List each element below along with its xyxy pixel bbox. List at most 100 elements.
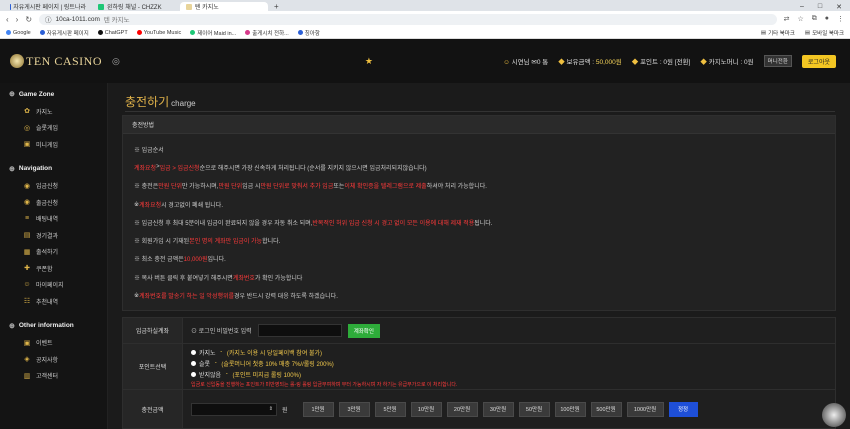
slot-icon: ◎ bbox=[23, 124, 31, 132]
amount-button[interactable]: 100만원 bbox=[554, 401, 586, 417]
amount-button[interactable]: 3만원 bbox=[338, 401, 370, 417]
radio-icon[interactable] bbox=[191, 360, 196, 366]
sidebar-item-results[interactable]: ▤ 경기결과 bbox=[0, 227, 107, 244]
sidebar-item-coupon[interactable]: ✚ 쿠폰함 bbox=[0, 260, 107, 277]
bookmark-label: 모바일 북마크 bbox=[812, 30, 844, 37]
bookmark-item[interactable]: 칭아항 bbox=[297, 29, 320, 37]
bookmark-favicon-icon bbox=[97, 30, 103, 35]
profile-icon[interactable]: ● bbox=[825, 15, 829, 23]
bookmark-item[interactable]: 출게시치 전하... bbox=[245, 29, 289, 37]
site-logo[interactable]: TEN CASINO bbox=[0, 54, 108, 69]
sidebar-item-notice[interactable]: ◈ 공지사항 bbox=[0, 351, 107, 368]
point-info: ◆ 포인트 : 0원 [전환] bbox=[632, 56, 691, 66]
notice-highlight: 만원 단위로 맞춰서 추가 입금 bbox=[260, 184, 334, 191]
other-bookmarks[interactable]: ▤ 기타 북마크 bbox=[761, 29, 795, 37]
notice-line: ※ 계좌번호를 발송기 하는 일 악성행위를 경우 반드시 강력 대응 하도록 … bbox=[134, 286, 835, 304]
login-password-input[interactable] bbox=[257, 324, 342, 337]
amount-button[interactable]: 500만원 bbox=[590, 401, 622, 417]
bookmark-item[interactable]: ChatGPT bbox=[97, 30, 128, 36]
support-icon: ▥ bbox=[23, 372, 31, 380]
amount-button[interactable]: 30만원 bbox=[482, 401, 514, 417]
balance-value: 50,000원 bbox=[595, 59, 622, 66]
point-option-none[interactable]: 받지않음 - (포인트 미지급 롤링 100%) bbox=[191, 370, 301, 379]
reload-icon[interactable]: ↻ bbox=[25, 15, 32, 24]
user-info: ☺ 시연님 ✉0 통 bbox=[503, 56, 548, 66]
minimize-button[interactable]: – bbox=[800, 3, 804, 11]
account-check-button[interactable]: 계좌확인 bbox=[347, 323, 380, 338]
username: 시연님 bbox=[511, 59, 530, 66]
amount-input[interactable]: ⇕ bbox=[191, 402, 277, 416]
amount-button[interactable]: 1000만원 bbox=[626, 401, 664, 417]
referral-icon: ☷ bbox=[23, 298, 31, 306]
won-unit: 원 bbox=[282, 407, 288, 414]
bookmark-item[interactable]: 제이어 Maid in... bbox=[190, 29, 236, 37]
spinner-icon[interactable]: ⇕ bbox=[269, 406, 273, 412]
browser-tab-active[interactable]: 텐 카지노 bbox=[180, 2, 268, 11]
message-count: 0 통 bbox=[536, 59, 549, 66]
site-info-icon[interactable]: ⓘ bbox=[45, 14, 52, 24]
notice-text: 입금 시 bbox=[242, 184, 261, 191]
amount-button[interactable]: 10만원 bbox=[410, 401, 442, 417]
casino-chip-icon: ✿ bbox=[24, 108, 30, 116]
account-label: 입금하실계좌 bbox=[123, 318, 183, 343]
translate-icon[interactable]: ⇄ bbox=[784, 15, 790, 23]
url-host: 10ca-1011.com bbox=[55, 15, 100, 23]
sidebar-item-minigame[interactable]: ▣ 미니게임 bbox=[0, 136, 107, 153]
bookmark-favicon-icon bbox=[39, 30, 45, 35]
sidebar-item-attendance[interactable]: ▦ 출석하기 bbox=[0, 244, 107, 261]
sidebar-item-referral[interactable]: ☷ 추천내역 bbox=[0, 293, 107, 310]
sidebar-item-event[interactable]: ▣ 이벤트 bbox=[0, 335, 107, 352]
reset-button[interactable]: 정정 bbox=[668, 401, 698, 417]
point-option-casino[interactable]: 카지노 - (카지노 이용 시 당일페이백 참여 불가) bbox=[191, 348, 322, 357]
browser-tab[interactable]: 왼하링 채널 - CHZZK bbox=[92, 2, 180, 11]
folder-icon: ▤ bbox=[804, 29, 811, 36]
maximize-button[interactable]: □ bbox=[818, 3, 822, 11]
deposit-icon: ◉ bbox=[23, 182, 31, 190]
notice-line: ※ 충전은 만원 단위 만 가능하시며, 만원 단위 입금 시 만원 단위로 맞… bbox=[134, 177, 835, 195]
bookmark-item[interactable]: Google bbox=[6, 30, 31, 36]
notice-line: ※ 최소 충전 금액은 10,000원 입니다. bbox=[134, 250, 835, 268]
logout-button[interactable]: 로그아웃 bbox=[801, 54, 836, 68]
point-warning: 입금로 신입동을 진행하는 포인트가 미반영되는 롤-링 롤링 입금부여하며 부… bbox=[191, 381, 458, 388]
info-icon: ⊕ bbox=[9, 322, 15, 330]
bookmark-star-icon[interactable]: ☆ bbox=[797, 15, 803, 23]
notice-line: ※ 회원가입 시 기재된 본인 명의 계좌만 입금이 가능 합니다. bbox=[134, 231, 835, 249]
amount-button[interactable]: 5만원 bbox=[374, 401, 406, 417]
sidebar-item-support[interactable]: ▥ 고객센터 bbox=[0, 368, 107, 385]
back-icon[interactable]: ‹ bbox=[6, 15, 9, 24]
radio-icon[interactable] bbox=[191, 371, 196, 377]
sidebar-item-mypage[interactable]: ☺ 마이페이지 bbox=[0, 277, 107, 294]
menu-icon[interactable]: ⋮ bbox=[837, 15, 844, 23]
bookmark-item[interactable]: YouTube Music bbox=[136, 30, 181, 36]
close-window-button[interactable]: ✕ bbox=[836, 3, 842, 11]
amount-button[interactable]: 50만원 bbox=[518, 401, 550, 417]
amount-button[interactable]: 20만원 bbox=[446, 401, 478, 417]
forward-icon[interactable]: › bbox=[16, 15, 19, 24]
browser-tab[interactable]: 자유게시판 페이지 | 링트나라 bbox=[4, 2, 92, 11]
main-content: 충전하기 charge 충전방법 ※ 입금순서 계좌요청 > 입금 > 입금신청 순… bbox=[108, 83, 850, 429]
mobile-bookmarks[interactable]: ▤ 모바일 북마크 bbox=[805, 29, 844, 37]
notice-line: ※ 계좌요청 시 경고없이 폐쇄 됩니다. bbox=[134, 195, 835, 213]
event-icon: ▣ bbox=[23, 339, 31, 347]
point-convert-link[interactable]: [전환] bbox=[675, 59, 691, 66]
amount-button[interactable]: 1만원 bbox=[302, 401, 334, 417]
new-tab-button[interactable]: + bbox=[268, 2, 285, 11]
url-field[interactable]: ⓘ 10ca-1011.com 텐 카지노 bbox=[39, 13, 777, 25]
extensions-icon[interactable]: ⧉ bbox=[812, 15, 817, 23]
refresh-icon[interactable]: ◎ bbox=[112, 56, 120, 67]
notice-text: ※ 입금순서 bbox=[134, 147, 164, 154]
sidebar-item-withdraw[interactable]: ◉ 출금신청 bbox=[0, 194, 107, 211]
sidebar-item-casino[interactable]: ✿ 카지노 bbox=[0, 103, 107, 120]
bookmark-favicon-icon bbox=[136, 30, 142, 35]
point-select-label: 포인트선택 bbox=[123, 344, 183, 389]
sidebar-item-deposit[interactable]: ◉ 입금신청 bbox=[0, 178, 107, 195]
money-convert-button[interactable]: 머니전환 bbox=[763, 55, 792, 67]
results-icon: ▤ bbox=[23, 232, 31, 240]
point-option-slot[interactable]: 슬롯 - (슬롯머니어 첫충 10% 매충 7%//롤링 200%) bbox=[191, 359, 334, 368]
bookmark-item[interactable]: 자유게시판 페이지 bbox=[39, 29, 89, 37]
sidebar-item-slot[interactable]: ◎ 슬롯게임 bbox=[0, 120, 107, 137]
corner-logo-icon bbox=[822, 403, 846, 427]
logo-emblem-icon bbox=[10, 54, 24, 68]
radio-icon[interactable] bbox=[191, 349, 196, 355]
sidebar-item-bet-history[interactable]: ≡ 배팅내역 bbox=[0, 211, 107, 228]
